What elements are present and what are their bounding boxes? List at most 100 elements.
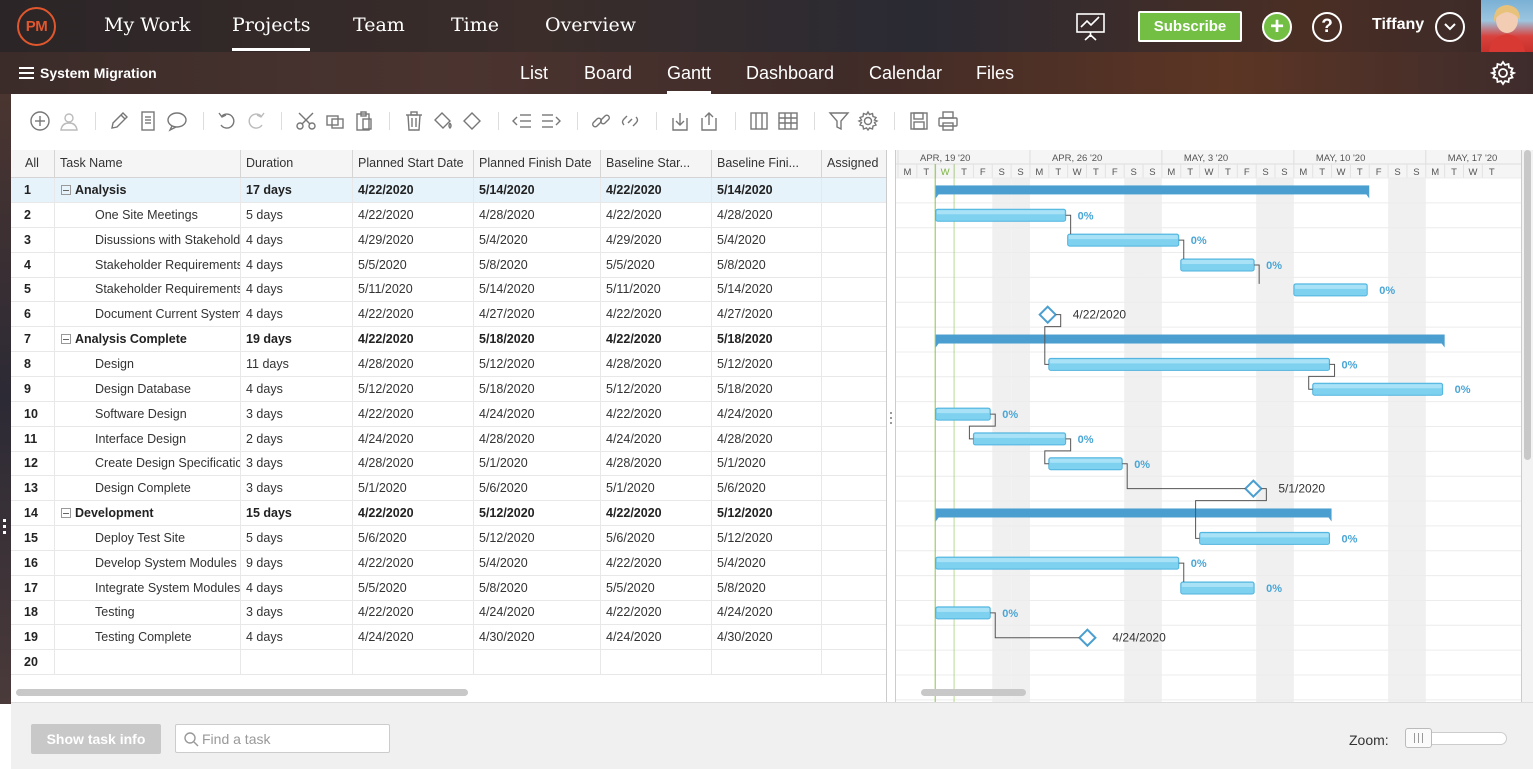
duration-cell[interactable]: 17 days (241, 178, 353, 203)
planned-finish-cell[interactable] (474, 650, 601, 676)
planned-start-cell[interactable]: 4/22/2020 (353, 178, 474, 203)
row-number[interactable]: 9 (11, 376, 55, 402)
baseline-start-cell[interactable]: 4/22/2020 (601, 550, 712, 576)
baseline-start-cell[interactable]: 4/28/2020 (601, 351, 712, 377)
planned-finish-cell[interactable]: 5/18/2020 (474, 376, 601, 402)
duration-cell[interactable]: 2 days (241, 426, 353, 452)
table-row[interactable]: 9 Design Database 4 days 5/12/2020 5/18/2020… (11, 376, 886, 402)
planned-start-cell[interactable]: 4/22/2020 (353, 600, 474, 626)
row-number[interactable]: 18 (11, 600, 55, 626)
edit-icon[interactable] (108, 110, 130, 132)
planned-finish-cell[interactable]: 5/6/2020 (474, 476, 601, 502)
assigned-cell[interactable] (822, 650, 886, 675)
assigned-cell[interactable] (822, 551, 886, 576)
planned-finish-cell[interactable]: 5/12/2020 (474, 501, 601, 527)
baseline-start-cell[interactable]: 4/22/2020 (601, 600, 712, 626)
drag-handle-icon[interactable] (3, 519, 7, 535)
presentation-icon[interactable] (1075, 11, 1106, 42)
baseline-finish-cell[interactable]: 5/12/2020 (712, 351, 822, 377)
baseline-start-cell[interactable]: 5/5/2020 (601, 252, 712, 278)
export-icon[interactable] (698, 110, 720, 132)
cut-icon[interactable] (295, 110, 317, 132)
tab-gantt[interactable]: Gantt (667, 63, 712, 94)
table-row[interactable]: 10 Software Design 3 days 4/22/2020 4/24/202… (11, 401, 886, 427)
baseline-start-cell[interactable]: 4/24/2020 (601, 625, 712, 651)
table-row[interactable]: 11 Interface Design 2 days 4/24/2020 4/28/20… (11, 426, 886, 452)
row-number[interactable]: 20 (11, 650, 55, 676)
baseline-start-cell[interactable]: 5/6/2020 (601, 525, 712, 551)
planned-start-cell[interactable]: 5/1/2020 (353, 476, 474, 502)
column-header-planned-start[interactable]: Planned Start Date (353, 150, 474, 178)
task-name-cell[interactable]: Design Database (55, 376, 241, 402)
horizontal-scrollbar[interactable] (16, 689, 468, 696)
undo-icon[interactable] (216, 110, 238, 132)
collapse-icon[interactable] (61, 185, 71, 195)
save-icon[interactable] (908, 110, 930, 132)
nav-time[interactable]: Time (451, 14, 499, 36)
planned-finish-cell[interactable]: 4/24/2020 (474, 401, 601, 427)
task-name-cell[interactable]: Stakeholder Requirements (55, 252, 241, 278)
assigned-cell[interactable] (822, 327, 886, 352)
planned-finish-cell[interactable]: 5/4/2020 (474, 550, 601, 576)
task-name-cell[interactable]: Testing (55, 600, 241, 626)
assigned-cell[interactable] (822, 253, 886, 278)
planned-finish-cell[interactable]: 4/28/2020 (474, 202, 601, 228)
assigned-cell[interactable] (822, 277, 886, 302)
baseline-finish-cell[interactable]: 5/4/2020 (712, 550, 822, 576)
baseline-finish-cell[interactable]: 5/14/2020 (712, 277, 822, 303)
copy-icon[interactable] (324, 110, 346, 132)
filter-icon[interactable] (828, 110, 850, 132)
baseline-finish-cell[interactable] (712, 650, 822, 676)
duration-cell[interactable]: 4 days (241, 252, 353, 278)
outdent-icon[interactable] (511, 110, 533, 132)
duration-cell[interactable]: 19 days (241, 327, 353, 353)
baseline-start-cell[interactable]: 4/22/2020 (601, 327, 712, 353)
row-number[interactable]: 12 (11, 451, 55, 477)
assigned-cell[interactable] (822, 576, 886, 601)
assign-user-icon[interactable] (58, 110, 80, 132)
row-number[interactable]: 5 (11, 277, 55, 303)
milestone-diamond[interactable] (1038, 305, 1058, 325)
tab-board[interactable]: Board (584, 63, 632, 84)
assigned-cell[interactable] (822, 451, 886, 476)
row-number[interactable]: 6 (11, 302, 55, 328)
user-name[interactable]: Tiffany (1372, 16, 1424, 34)
task-name-cell[interactable]: Development (55, 501, 241, 527)
delete-icon[interactable] (403, 110, 425, 132)
planned-finish-cell[interactable]: 5/12/2020 (474, 351, 601, 377)
redo-icon[interactable] (245, 110, 267, 132)
paste-icon[interactable] (353, 110, 375, 132)
row-number[interactable]: 3 (11, 227, 55, 253)
avatar[interactable] (1481, 0, 1533, 52)
tab-list[interactable]: List (520, 63, 548, 84)
find-task-input[interactable] (202, 729, 382, 749)
duration-cell[interactable]: 4 days (241, 302, 353, 328)
columns-icon[interactable] (748, 110, 770, 132)
table-row[interactable]: 15 Deploy Test Site 5 days 5/6/2020 5/12/202… (11, 525, 886, 551)
baseline-finish-cell[interactable]: 4/30/2020 (712, 625, 822, 651)
column-header-task-name[interactable]: Task Name (55, 150, 241, 178)
summary-bar[interactable] (935, 334, 1445, 344)
assigned-cell[interactable] (822, 476, 886, 501)
row-number[interactable]: 10 (11, 401, 55, 427)
baseline-finish-cell[interactable]: 5/8/2020 (712, 575, 822, 601)
planned-start-cell[interactable]: 5/5/2020 (353, 252, 474, 278)
table-row[interactable]: 18 Testing 3 days 4/22/2020 4/24/2020 4/22/20… (11, 600, 886, 626)
column-header-duration[interactable]: Duration (241, 150, 353, 178)
planned-start-cell[interactable]: 5/11/2020 (353, 277, 474, 303)
import-icon[interactable] (669, 110, 691, 132)
planned-finish-cell[interactable]: 5/8/2020 (474, 575, 601, 601)
collapse-icon[interactable] (61, 334, 71, 345)
baseline-start-cell[interactable]: 4/28/2020 (601, 451, 712, 477)
table-row[interactable]: 5 Stakeholder Requirements 4 days 5/11/2020… (11, 277, 886, 303)
duration-cell[interactable]: 4 days (241, 575, 353, 601)
duration-cell[interactable]: 3 days (241, 401, 353, 427)
task-name-cell[interactable]: Disussions with Stakehold (55, 227, 241, 253)
baseline-start-cell[interactable]: 4/24/2020 (601, 426, 712, 452)
baseline-start-cell[interactable] (601, 650, 712, 676)
task-name-cell[interactable] (55, 650, 241, 676)
planned-finish-cell[interactable]: 5/18/2020 (474, 327, 601, 353)
baseline-start-cell[interactable]: 4/22/2020 (601, 401, 712, 427)
duration-cell[interactable]: 4 days (241, 376, 353, 402)
task-name-cell[interactable]: Analysis Complete (55, 327, 241, 353)
